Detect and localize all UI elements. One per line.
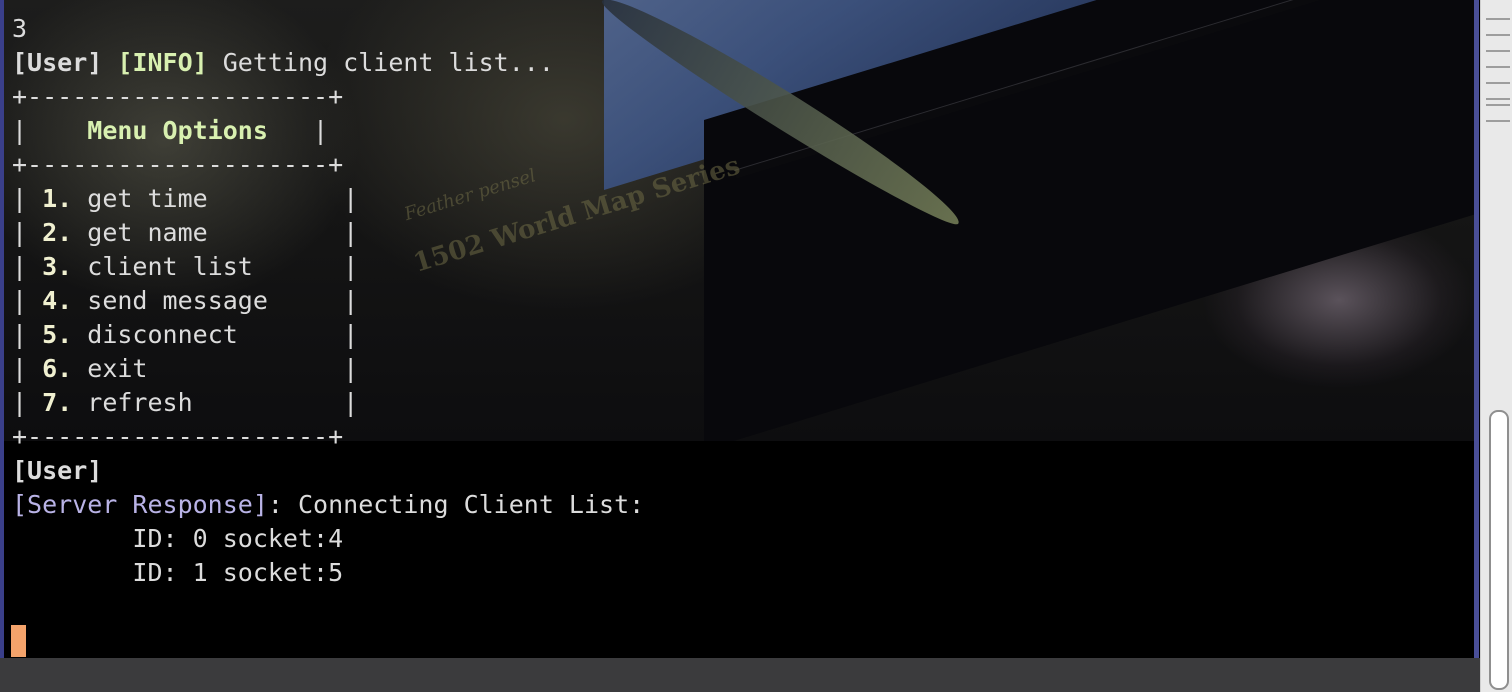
text-cursor xyxy=(11,625,26,657)
menu-title-row: | Menu Options | xyxy=(12,116,329,145)
scroll-grip-icon xyxy=(1486,82,1510,100)
scrollbar-thumb[interactable] xyxy=(1489,410,1509,690)
menu-border-bottom: +--------------------+ xyxy=(12,422,344,451)
menu-item-number: 6. xyxy=(42,354,73,383)
menu-item-number: 1. xyxy=(42,184,73,213)
menu-border-mid: +--------------------+ xyxy=(12,150,344,179)
menu-item-number: 2. xyxy=(42,218,73,247)
info-text: Getting client list... xyxy=(222,48,554,77)
user-prompt: [User] xyxy=(12,456,103,485)
menu-item: | 4. send message | xyxy=(12,286,359,315)
server-response-line: [Server Response]: Connecting Client Lis… xyxy=(12,488,644,522)
server-response-prefix: [Server Response] xyxy=(12,490,268,519)
input-echo: 3 xyxy=(12,14,28,43)
window-edge xyxy=(1474,0,1479,660)
scroll-grip-icon xyxy=(1486,50,1510,68)
menu-item-label: send message xyxy=(87,286,268,315)
status-bar xyxy=(0,658,1512,692)
menu-item-number: 4. xyxy=(42,286,73,315)
menu-item-label: disconnect xyxy=(87,320,238,349)
info-prefix: [User] xyxy=(12,48,103,77)
menu-item-label: exit xyxy=(87,354,148,383)
scroll-grip-icon xyxy=(1486,18,1510,36)
menu-item-label: refresh xyxy=(87,388,193,417)
scroll-grip-icon xyxy=(1486,104,1510,122)
client-entry-text: ID: 1 socket:5 xyxy=(132,558,344,587)
terminal-output[interactable]: 3 [User] [INFO] Getting client list... +… xyxy=(12,0,1472,660)
terminal-window[interactable]: Feather pensel 1502 World Map Series 3 [… xyxy=(0,0,1512,692)
menu-item: | 1. get time | xyxy=(12,184,359,213)
menu-item-number: 3. xyxy=(42,252,73,281)
menu-item: | 7. refresh | xyxy=(12,388,359,417)
info-tag: [INFO] xyxy=(117,48,208,77)
menu-item: | 6. exit | xyxy=(12,354,359,383)
info-line: [User] [INFO] Getting client list... xyxy=(12,46,554,80)
menu-item-number: 7. xyxy=(42,388,73,417)
client-entry: ID: 1 socket:5 xyxy=(12,556,343,590)
menu-item: | 5. disconnect | xyxy=(12,320,359,349)
menu-item: | 3. client list | xyxy=(12,252,359,281)
menu-title: Menu Options xyxy=(87,116,268,145)
menu-item: | 2. get name | xyxy=(12,218,359,247)
client-entry: ID: 0 socket:4 xyxy=(12,522,343,556)
client-entry-text: ID: 0 socket:4 xyxy=(132,524,344,553)
server-response-text: Connecting Client List: xyxy=(298,490,645,519)
menu-item-label: get name xyxy=(87,218,208,247)
menu-border-top: +--------------------+ xyxy=(12,82,344,111)
menu-item-number: 5. xyxy=(42,320,73,349)
window-edge xyxy=(0,0,4,660)
menu-item-label: get time xyxy=(87,184,208,213)
menu-item-label: client list xyxy=(87,252,253,281)
server-response-colon: : xyxy=(267,490,283,519)
